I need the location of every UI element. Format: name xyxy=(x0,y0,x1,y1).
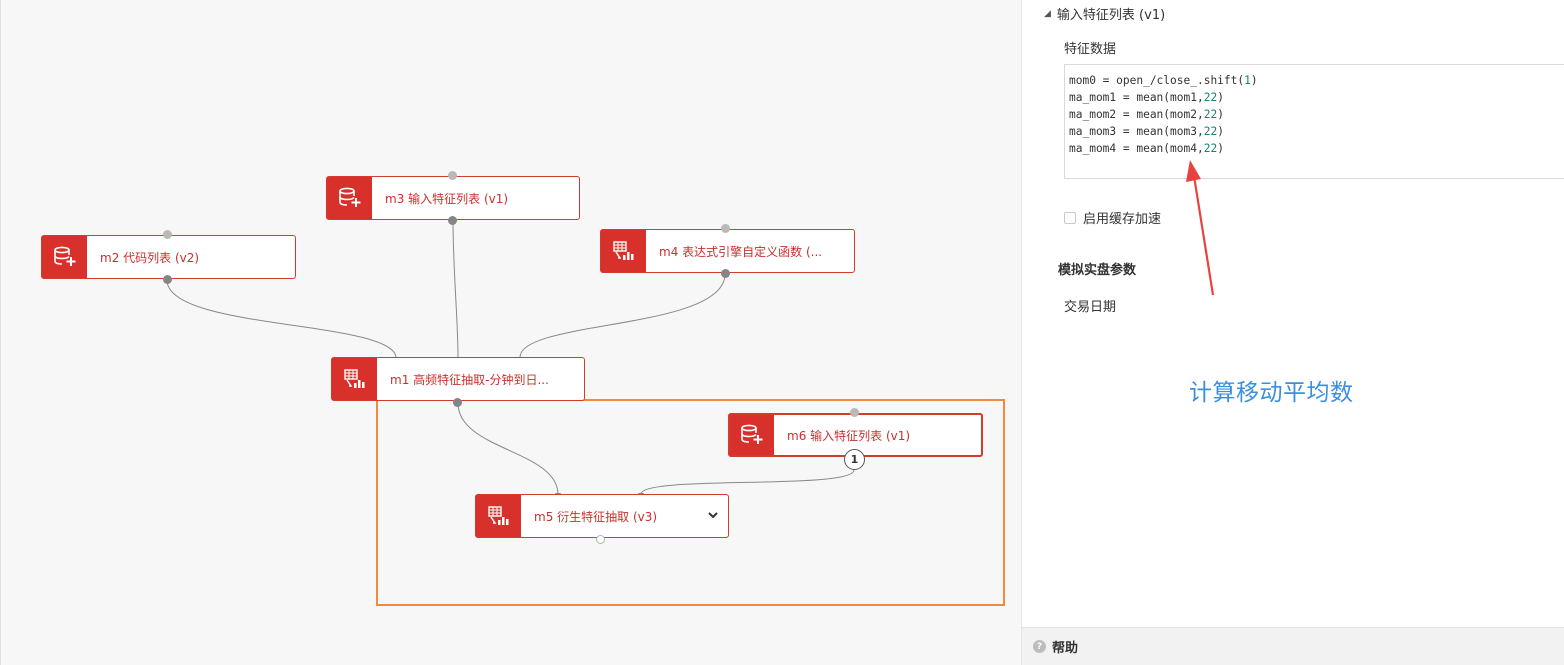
help-icon: ? xyxy=(1033,640,1046,653)
output-port[interactable] xyxy=(163,275,172,284)
section-title: 模拟实盘参数 xyxy=(1058,263,1137,278)
panel-header[interactable]: ◢ 输入特征列表 (v1) xyxy=(1044,4,1165,23)
node-m4[interactable]: m4 表达式引擎自定义函数 (... xyxy=(600,229,855,273)
database-plus-icon xyxy=(327,177,372,219)
property-panel: ◢ 输入特征列表 (v1) 特征数据 mom0 = open_/close_.s… xyxy=(1021,0,1564,665)
grid-chart-icon xyxy=(601,230,646,272)
output-port[interactable] xyxy=(453,398,462,407)
node-m1[interactable]: m1 高频特征抽取-分钟到日... xyxy=(331,357,585,401)
node-label: m4 表达式引擎自定义函数 (... xyxy=(659,244,823,259)
help-bar[interactable]: ? 帮助 xyxy=(1022,627,1564,665)
trade-date-label: 交易日期 xyxy=(1064,300,1117,315)
node-label: m2 代码列表 (v2) xyxy=(100,250,200,265)
code-line: ma_mom4 = mean(mom4, 22) xyxy=(1069,142,1224,155)
node-m3[interactable]: m3 输入特征列表 (v1) xyxy=(326,176,580,220)
edge-m4-m1 xyxy=(519,273,726,358)
node-m2[interactable]: m2 代码列表 (v2) xyxy=(41,235,296,279)
workflow-canvas[interactable]: m3 输入特征列表 (v1) m2 代码列表 (v2) m4 表达式引擎自定义函… xyxy=(0,0,1021,665)
code-line: mom0 = open_/close_.shift(1) xyxy=(1069,74,1258,87)
edge-m2-m1 xyxy=(166,279,397,358)
output-port[interactable] xyxy=(596,535,605,544)
collapse-caret-icon: ◢ xyxy=(1044,8,1051,19)
code-line: ma_mom1 = mean(mom1, 22) xyxy=(1069,91,1224,104)
grid-chart-icon xyxy=(332,358,377,400)
output-port[interactable] xyxy=(721,269,730,278)
annotation-text: 计算移动平均数 xyxy=(1189,380,1354,406)
node-label: m3 输入特征列表 (v1) xyxy=(385,191,509,206)
feature-data-label: 特征数据 xyxy=(1064,42,1117,57)
node-m5[interactable]: m5 衍生特征抽取 (v3) xyxy=(475,494,729,538)
cache-checkbox[interactable] xyxy=(1064,211,1076,224)
input-port[interactable] xyxy=(721,224,730,233)
output-port-badge[interactable]: 1 xyxy=(844,449,865,470)
output-port[interactable] xyxy=(448,216,457,225)
annotation-arrow xyxy=(1186,160,1215,296)
database-plus-icon xyxy=(42,236,87,278)
feature-code-editor[interactable]: mom0 = open_/close_.shift(1) ma_mom1 = m… xyxy=(1064,64,1564,179)
code-line: ma_mom3 = mean(mom3, 22) xyxy=(1069,125,1224,138)
input-port[interactable] xyxy=(850,408,859,417)
edge-m3-m1 xyxy=(452,219,459,358)
node-label: m1 高频特征抽取-分钟到日... xyxy=(390,372,549,387)
node-label: m5 衍生特征抽取 (v3) xyxy=(534,509,658,524)
code-line: ma_mom2 = mean(mom2, 22) xyxy=(1069,108,1224,121)
input-port[interactable] xyxy=(163,230,172,239)
database-plus-icon xyxy=(730,415,774,455)
input-port[interactable] xyxy=(448,171,457,180)
help-label: 帮助 xyxy=(1052,641,1079,656)
grid-chart-icon xyxy=(476,495,521,537)
chevron-down-icon[interactable] xyxy=(706,508,720,522)
node-label: m6 输入特征列表 (v1) xyxy=(787,428,911,443)
cache-checkbox-row[interactable]: 启用缓存加速 xyxy=(1064,208,1161,227)
cache-label: 启用缓存加速 xyxy=(1083,212,1162,227)
panel-header-title: 输入特征列表 (v1) xyxy=(1056,8,1166,23)
